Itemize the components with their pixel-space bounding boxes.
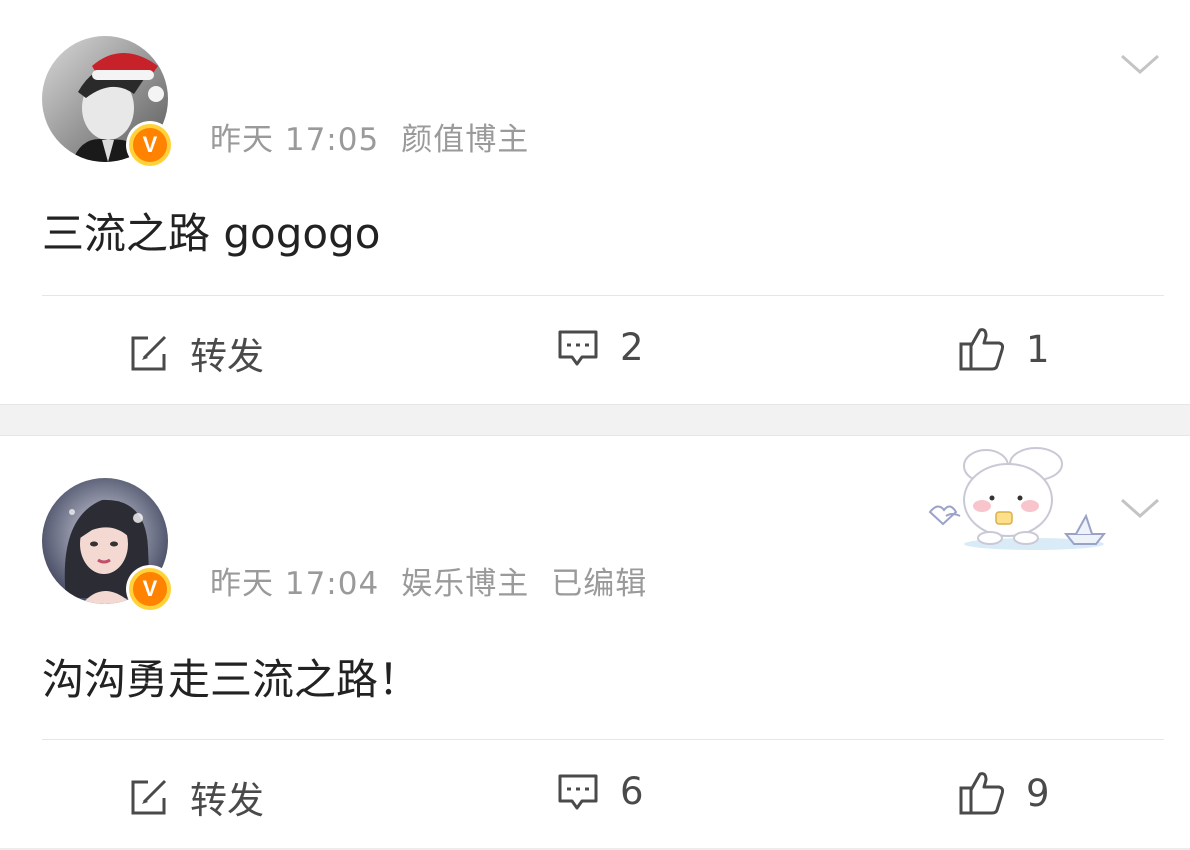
post-meta: 昨天 17:05 颜值博主 <box>210 114 551 159</box>
comment-count: 6 <box>620 770 644 813</box>
post-content: 沟沟勇走三流之路！ <box>42 655 421 704</box>
comment-button[interactable]: 6 <box>556 770 644 813</box>
user-tag: 颜值博主 <box>401 122 530 158</box>
comment-button[interactable]: 2 <box>556 326 644 369</box>
like-count: 1 <box>1026 327 1050 371</box>
thumbs-up-icon <box>959 328 1005 371</box>
like-button[interactable]: 1 <box>958 326 1050 372</box>
verified-badge-icon: V <box>129 124 171 166</box>
post-separator <box>0 404 1190 436</box>
verified-badge-icon: V <box>129 568 171 610</box>
post-card: V 昨天 17:04 娱乐博主 已编辑 沟沟勇走三流之路！ 转发 6 9 <box>0 436 1190 850</box>
post-time: 昨天 17:04 <box>210 566 380 602</box>
repost-button[interactable]: 转发 <box>128 770 264 824</box>
verified-badge-label: V <box>142 576 158 601</box>
like-count: 9 <box>1026 771 1050 815</box>
post-meta: 昨天 17:04 娱乐博主 已编辑 <box>210 558 669 603</box>
comment-icon <box>558 774 598 809</box>
post-card: V 昨天 17:05 颜值博主 三流之路 gogogo 转发 2 1 <box>0 0 1190 404</box>
thumbs-up-icon <box>959 772 1005 815</box>
chevron-down-icon[interactable] <box>1120 496 1160 520</box>
divider <box>42 295 1164 296</box>
verified-badge-label: V <box>142 132 158 157</box>
edited-label: 已编辑 <box>551 566 648 602</box>
repost-icon <box>131 779 167 815</box>
repost-label: 转发 <box>190 779 264 822</box>
post-content: 三流之路 gogogo <box>42 209 381 258</box>
comment-icon <box>558 330 598 365</box>
bunny-sticker-icon <box>928 447 1107 550</box>
comment-count: 2 <box>620 326 644 369</box>
divider <box>42 739 1164 740</box>
repost-button[interactable]: 转发 <box>128 326 264 380</box>
chevron-down-icon[interactable] <box>1120 52 1160 76</box>
repost-icon <box>131 335 167 371</box>
like-button[interactable]: 9 <box>958 770 1050 816</box>
post-time: 昨天 17:05 <box>210 122 380 158</box>
user-tag: 娱乐博主 <box>401 566 530 602</box>
repost-label: 转发 <box>190 335 264 378</box>
